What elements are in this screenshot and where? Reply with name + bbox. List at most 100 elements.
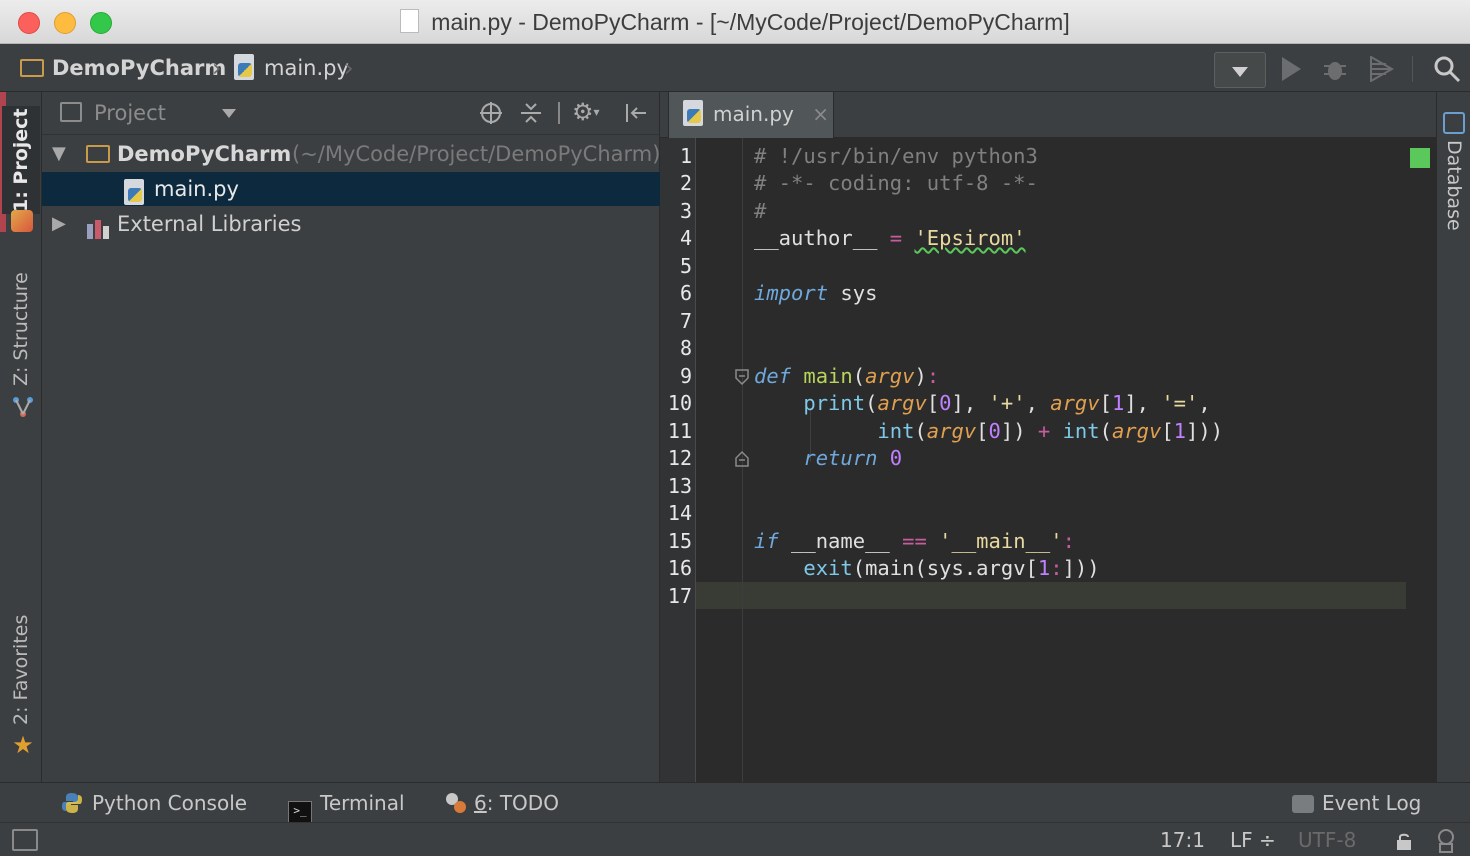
inspection-ok-icon[interactable]	[1410, 148, 1430, 168]
python-file-icon	[683, 100, 703, 126]
line-separator-selector[interactable]: LF ÷	[1230, 827, 1276, 853]
line-number: 11	[667, 419, 692, 443]
project-panel-header: Project ⚙▾	[42, 92, 660, 135]
file-encoding[interactable]: UTF-8	[1298, 827, 1356, 853]
project-view-selector[interactable]: Project	[94, 98, 166, 128]
play-icon	[1282, 57, 1301, 81]
coverage-button[interactable]	[1366, 52, 1396, 86]
navigation-bar: DemoPyCharm › main.py ›	[0, 44, 1470, 92]
line-number: 5	[679, 254, 692, 278]
gutter-divider	[695, 138, 696, 782]
run-button[interactable]	[1276, 52, 1306, 86]
window-title: main.py - DemoPyCharm - [~/MyCode/Projec…	[0, 9, 1470, 36]
breadcrumb-project[interactable]: DemoPyCharm	[20, 54, 226, 82]
code-line: import sys	[754, 281, 878, 305]
tree-item-main-py[interactable]: main.py	[42, 172, 660, 206]
coverage-icon	[1370, 55, 1395, 83]
tab-project[interactable]: 1: Project	[2, 106, 40, 214]
code-line: print(argv[0], '+', argv[1], '=',	[803, 391, 1211, 415]
breadcrumb-file-label: main.py	[264, 56, 349, 80]
editor-tab-bar: main.py ×	[660, 92, 1436, 138]
chevron-down-icon[interactable]	[222, 109, 236, 118]
toolbar-divider	[1412, 56, 1413, 82]
line-number: 12	[667, 446, 692, 470]
search-everywhere-button[interactable]	[1430, 52, 1464, 86]
chevron-down-icon	[1232, 67, 1248, 77]
line-number: 9	[679, 364, 692, 388]
tab-structure[interactable]: Z: Structure	[2, 268, 40, 390]
code-line: __author__ = 'Epsirom'	[754, 226, 1026, 250]
code-line: return 0	[803, 446, 903, 470]
event-log-button[interactable]: Event Log	[1292, 789, 1421, 817]
code-editor[interactable]: 1 2 3 4 5 6 7 8 9 10 11 12 13 14 15 16 1…	[660, 138, 1436, 782]
line-number: 10	[667, 391, 692, 415]
event-log-label: Event Log	[1322, 791, 1422, 815]
folder-icon	[86, 145, 110, 163]
code-line: def main(argv):	[754, 364, 940, 388]
inspector-icon[interactable]	[1434, 828, 1458, 854]
scroll-from-source-icon[interactable]	[479, 101, 503, 125]
current-line-highlight	[696, 582, 1406, 609]
python-console-button[interactable]: Python Console	[60, 789, 247, 817]
structure-icon	[12, 396, 34, 418]
breadcrumb-separator-icon: ›	[212, 54, 222, 82]
hide-panel-icon[interactable]	[624, 101, 648, 125]
python-file-icon	[124, 179, 144, 205]
fold-marker-icon[interactable]	[734, 368, 750, 386]
todo-icon	[446, 793, 466, 813]
fold-end-marker-icon[interactable]	[734, 450, 750, 468]
search-icon	[1434, 56, 1461, 83]
todo-button[interactable]: 6: TODO	[444, 789, 559, 817]
settings-gear-icon[interactable]: ⚙▾	[572, 96, 612, 128]
toggle-tool-windows-icon[interactable]	[12, 829, 38, 851]
project-icon	[11, 210, 33, 232]
code-line: exit(main(sys.argv[1:]))	[803, 556, 1100, 580]
editor-tab-main-py[interactable]: main.py ×	[668, 92, 834, 138]
expand-arrow-icon[interactable]: ▼	[52, 137, 66, 171]
terminal-icon: >_	[288, 801, 312, 823]
tree-libraries-label: External Libraries	[117, 212, 302, 236]
tree-item-project-root[interactable]: ▼ DemoPyCharm (~/MyCode/Project/DemoPyCh…	[42, 137, 660, 171]
terminal-label: Terminal	[320, 791, 405, 815]
status-bar: 17:1 LF ÷ UTF-8	[0, 822, 1470, 856]
tab-favorites[interactable]: 2: Favorites	[2, 608, 40, 732]
tree-file-name: main.py	[154, 177, 239, 201]
lock-icon[interactable]	[1394, 831, 1414, 851]
breadcrumb-file[interactable]: main.py	[234, 54, 349, 82]
collapse-all-icon[interactable]	[519, 101, 543, 125]
collapse-arrow-icon[interactable]: ▶	[52, 207, 66, 241]
tab-database[interactable]: Database	[1437, 140, 1470, 240]
editor-tab-label: main.py	[713, 102, 794, 126]
close-tab-icon[interactable]: ×	[812, 102, 829, 126]
debug-button[interactable]	[1320, 52, 1350, 86]
code-line: # !/usr/bin/env python3	[754, 144, 1038, 168]
bottom-tool-bar: Python Console >_ Terminal 6: TODO Event …	[0, 782, 1470, 823]
tree-item-external-libraries[interactable]: ▶ External Libraries	[42, 207, 660, 241]
line-number: 6	[679, 281, 692, 305]
breadcrumb-project-label: DemoPyCharm	[52, 56, 227, 80]
line-number: 1	[679, 144, 692, 168]
line-number: 8	[679, 336, 692, 360]
line-number: 17	[667, 584, 692, 608]
caret-position[interactable]: 17:1	[1160, 827, 1205, 853]
python-logo-icon	[62, 793, 82, 813]
terminal-button[interactable]: >_ Terminal	[288, 789, 405, 823]
window-title-bar: main.py - DemoPyCharm - [~/MyCode/Projec…	[0, 0, 1470, 44]
run-configuration-dropdown[interactable]	[1214, 52, 1266, 88]
python-file-icon	[234, 54, 254, 80]
todo-label: : TODO	[486, 791, 559, 815]
line-number: 14	[667, 501, 692, 525]
line-number: 7	[679, 309, 692, 333]
breadcrumb-separator-icon: ›	[344, 54, 354, 82]
line-number: 16	[667, 556, 692, 580]
tree-root-name: DemoPyCharm	[117, 142, 292, 166]
project-panel: Project ⚙▾ ▼ DemoPyCharm (~/MyCode/Proje…	[42, 92, 660, 782]
code-line: int(argv[0]) + int(argv[1]))	[877, 419, 1224, 443]
star-icon: ★	[12, 731, 34, 759]
code-line: if __name__ == '__main__':	[754, 529, 1075, 553]
line-number: 13	[667, 474, 692, 498]
code-line: #	[754, 199, 767, 223]
line-number: 4	[679, 226, 692, 250]
project-view-label: Project	[94, 101, 166, 125]
tree-root-path: (~/MyCode/Project/DemoPyCharm)	[292, 142, 660, 166]
